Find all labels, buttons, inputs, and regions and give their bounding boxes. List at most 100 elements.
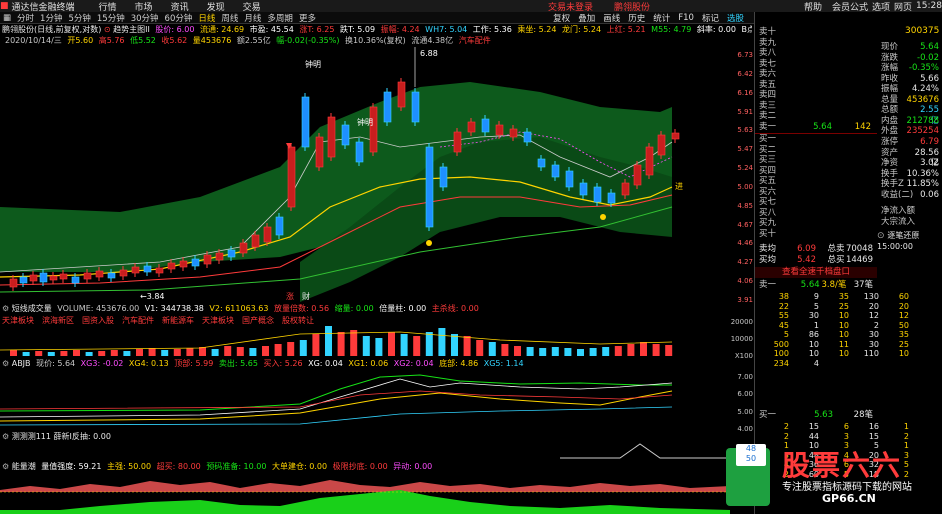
menu-options[interactable]: 选项	[872, 0, 890, 13]
indicator-dot-icon[interactable]: ⊙	[104, 25, 111, 34]
abjb-value: XG2: 0.04	[391, 359, 434, 368]
energy-values: 量值强度: 59.21 主强: 50.00 超买: 80.00 预码准备: 10…	[38, 462, 432, 471]
btn-fuquan[interactable]: 复权	[553, 12, 570, 23]
candle-body	[239, 242, 248, 254]
view-all-orders-button[interactable]: 查看全速千档盘口	[755, 267, 877, 278]
btn-biaoji[interactable]: 标记	[702, 12, 719, 23]
tick-volume: 10	[838, 320, 849, 330]
btn-f10[interactable]: F10	[678, 13, 694, 23]
abjb-value: XG4: 0.13	[126, 359, 169, 368]
volume-bar	[249, 348, 257, 356]
candle-body	[481, 118, 490, 133]
energy-red-area	[0, 480, 730, 492]
tick-volume: 1	[903, 422, 909, 431]
abjb-header: ⚙ ABJB 现价: 5.64 XG3: -0.02 XG4: 0.13 顶部:…	[2, 359, 752, 369]
tick-volume: 4	[813, 358, 819, 368]
volume-ma-line	[0, 331, 673, 351]
abjb-panel-name[interactable]: ABJB	[12, 359, 31, 368]
period-60min[interactable]: 60分钟	[165, 12, 193, 24]
menu-hangqing[interactable]: 行情	[99, 0, 117, 13]
login-status[interactable]: 交易未登录	[548, 0, 593, 13]
sell-one-row[interactable]: 卖一 5.64 142	[755, 122, 875, 133]
period-monthly[interactable]: 月线	[244, 12, 261, 24]
candle-body	[107, 272, 116, 279]
abjb-value: XG: 0.04	[305, 359, 343, 368]
indicator-name[interactable]: 趋势主图II	[113, 25, 150, 34]
btn-diejia[interactable]: 叠加	[578, 12, 595, 23]
ce-chart[interactable]	[0, 442, 730, 460]
gear-icon[interactable]: ⚙	[2, 432, 9, 441]
menu-help[interactable]: 帮助	[804, 0, 822, 13]
btn-xuangu[interactable]: 选股	[727, 12, 744, 23]
candle-body	[143, 265, 152, 273]
gear-icon[interactable]: ⚙	[2, 304, 9, 313]
abjb-chart[interactable]	[0, 369, 730, 431]
volume-bar	[425, 332, 433, 356]
volume-bar	[236, 347, 244, 356]
candle-body	[9, 278, 18, 288]
buy-level-label: 买二	[759, 144, 777, 155]
sell-level-label: 卖九	[759, 37, 777, 48]
volume-chart[interactable]	[0, 314, 730, 358]
abjb-value: 底部: 4.86	[436, 359, 479, 368]
bar-info-value: 幅-0.02(-0.35%)	[273, 36, 340, 45]
candlestick-chart[interactable]: 6.88←3.84钟明钟明进涨财	[0, 47, 730, 302]
btn-lishi[interactable]: 历史	[628, 12, 645, 23]
flow-field-label: 大宗流入	[881, 216, 916, 227]
tick-volume: 2	[873, 320, 879, 330]
volume-bar	[501, 344, 509, 356]
bar-info-value: 低5.52	[127, 36, 156, 45]
tick-volume: 45	[778, 320, 789, 330]
energy-value: 大单建仓: 0.00	[269, 462, 328, 471]
menu-zixun[interactable]: 资讯	[171, 0, 189, 13]
period-multi[interactable]: 多周期	[267, 12, 293, 24]
period-more[interactable]: 更多	[299, 12, 316, 24]
volume-bar	[211, 349, 219, 356]
volume-bar	[665, 345, 673, 356]
bar-info-value: 换10.36%(复权)	[342, 36, 406, 45]
gear-icon[interactable]: ⚙	[2, 462, 9, 471]
ce-panel-name[interactable]: 测测测111	[12, 432, 51, 441]
quote-field: 净资 3.02	[877, 158, 942, 169]
sell-level-label: 卖七	[759, 58, 777, 69]
zhubi-toggle[interactable]: ⊙ 逐笔还原	[877, 230, 919, 241]
menu-faxian[interactable]: 发现	[207, 0, 225, 13]
energy-green-area	[0, 490, 730, 514]
period-15min[interactable]: 15分钟	[97, 12, 125, 24]
grid-icon[interactable]: ▦	[3, 13, 11, 23]
period-fenshi[interactable]: 分时	[17, 12, 34, 24]
volume-panel-name[interactable]: 短线成交量	[12, 304, 52, 313]
quote-field-label: 昨收	[881, 73, 899, 84]
gear-icon[interactable]: ⚙	[2, 359, 9, 368]
menu-web[interactable]: 网页	[894, 0, 912, 13]
tick-volume: 6	[843, 422, 849, 431]
menu-member[interactable]: 会员	[832, 0, 850, 13]
volume-bar	[400, 334, 408, 356]
candle-body	[301, 96, 310, 148]
tick-volume: 55	[778, 311, 789, 320]
menu-formula[interactable]: 公式	[850, 0, 868, 13]
candle-body	[537, 158, 546, 168]
candle-body	[263, 226, 272, 243]
period-daily[interactable]: 日线	[198, 12, 215, 24]
menu-jiaoyi[interactable]: 交易	[243, 0, 261, 13]
candle-body	[155, 267, 164, 274]
volume-bar	[262, 346, 269, 356]
period-5min[interactable]: 5分钟	[68, 12, 90, 24]
sell-level: 卖七	[755, 59, 815, 70]
period-1min[interactable]: 1分钟	[40, 12, 62, 24]
energy-value: 异动: 0.00	[390, 462, 433, 471]
volume-bar	[451, 334, 458, 356]
btn-huaxian[interactable]: 画线	[603, 12, 620, 23]
abjb-axis: 7.00 6.00 5.00 4.00	[730, 369, 754, 433]
stock-label: 鹏翎股份(日线,前复权,对数)	[2, 25, 102, 34]
period-weekly[interactable]: 周线	[221, 12, 238, 24]
menu-shichang[interactable]: 市场	[135, 0, 153, 13]
energy-chart[interactable]	[0, 472, 730, 514]
candle-body	[467, 121, 476, 133]
btn-tongji[interactable]: 统计	[653, 12, 670, 23]
period-30min[interactable]: 30分钟	[131, 12, 159, 24]
sell-level: 卖十	[755, 27, 815, 38]
energy-panel-name[interactable]: 能量潮	[12, 462, 36, 471]
buy-level: 买二	[755, 145, 815, 156]
